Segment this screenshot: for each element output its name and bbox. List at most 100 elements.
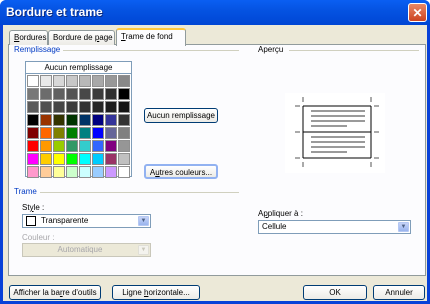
chevron-down-icon[interactable]: ▼: [398, 222, 409, 232]
preview-divider: [289, 50, 419, 51]
color-swatch[interactable]: [27, 101, 39, 113]
color-swatch[interactable]: [92, 88, 104, 100]
color-swatch[interactable]: [40, 88, 52, 100]
color-swatch[interactable]: [79, 101, 91, 113]
color-swatch[interactable]: [118, 127, 130, 139]
show-toolbar-label-suffix: re d'outils: [62, 288, 97, 297]
color-swatch[interactable]: [53, 114, 65, 126]
style-swatch: [26, 216, 36, 226]
color-swatch[interactable]: [66, 101, 78, 113]
tab-page-label-prefix: Bordure de: [53, 33, 95, 42]
color-swatch[interactable]: [79, 114, 91, 126]
color-swatch[interactable]: [79, 88, 91, 100]
color-swatch[interactable]: [27, 127, 39, 139]
tab-bordures[interactable]: Bordures: [9, 30, 48, 45]
color-swatch[interactable]: [118, 140, 130, 152]
color-swatch[interactable]: [53, 166, 65, 178]
color-swatch[interactable]: [79, 153, 91, 165]
color-swatch[interactable]: [27, 153, 39, 165]
color-swatch[interactable]: [27, 140, 39, 152]
preview-diagram: [285, 93, 385, 173]
color-swatch[interactable]: [118, 75, 130, 87]
color-swatch[interactable]: [27, 88, 39, 100]
color-swatch[interactable]: [105, 88, 117, 100]
color-swatch[interactable]: [40, 127, 52, 139]
apply-to-select[interactable]: Cellule ▼: [258, 220, 411, 234]
color-swatch[interactable]: [105, 140, 117, 152]
title-bar[interactable]: Bordure et trame ✕: [0, 0, 430, 25]
color-swatch[interactable]: [40, 153, 52, 165]
style-label: Style :: [22, 203, 44, 212]
no-fill-button[interactable]: Aucun remplissage: [144, 108, 218, 123]
show-toolbar-button[interactable]: Afficher la barre d'outils: [9, 285, 101, 300]
color-swatch[interactable]: [92, 127, 104, 139]
close-button[interactable]: ✕: [408, 3, 427, 22]
color-swatch[interactable]: [66, 166, 78, 178]
color-swatch[interactable]: [66, 153, 78, 165]
apply-label-suffix: pliquer à :: [267, 209, 303, 218]
cancel-button[interactable]: Annuler: [373, 285, 425, 300]
color-swatch[interactable]: [118, 153, 130, 165]
color-swatch[interactable]: [53, 153, 65, 165]
color-swatch[interactable]: [92, 140, 104, 152]
tab-bordure-de-page[interactable]: Bordure de page: [48, 30, 115, 45]
color-label: Couleur :: [22, 233, 55, 242]
hline-label-suffix: orizontale...: [148, 288, 190, 297]
color-swatch[interactable]: [105, 75, 117, 87]
preview-label: Aperçu: [258, 45, 284, 54]
color-swatch[interactable]: [27, 75, 39, 87]
color-swatch[interactable]: [27, 114, 39, 126]
color-swatch[interactable]: [40, 101, 52, 113]
color-swatch[interactable]: [105, 153, 117, 165]
color-swatch[interactable]: [79, 140, 91, 152]
color-swatch[interactable]: [66, 114, 78, 126]
tab-trame-label-suffix: rame de fond: [125, 32, 173, 41]
apply-to-value: Cellule: [262, 222, 287, 231]
apply-to-label: Appliquer à :: [258, 209, 303, 218]
color-swatch[interactable]: [40, 75, 52, 87]
tab-trame-de-fond[interactable]: Trame de fond: [116, 28, 186, 46]
color-swatch[interactable]: [79, 75, 91, 87]
color-swatch[interactable]: [79, 166, 91, 178]
color-swatch[interactable]: [92, 166, 104, 178]
color-swatch[interactable]: [66, 140, 78, 152]
color-swatch[interactable]: [53, 127, 65, 139]
color-swatch[interactable]: [92, 75, 104, 87]
color-swatch[interactable]: [66, 88, 78, 100]
close-icon: ✕: [412, 5, 423, 20]
color-swatch[interactable]: [79, 127, 91, 139]
color-swatch[interactable]: [66, 75, 78, 87]
color-swatch[interactable]: [118, 88, 130, 100]
more-colors-button[interactable]: Autres couleurs...: [144, 164, 218, 179]
color-swatch[interactable]: [66, 127, 78, 139]
show-toolbar-label-prefix: Afficher la ba: [13, 288, 60, 297]
color-swatch[interactable]: [105, 101, 117, 113]
color-palette: [25, 73, 132, 178]
color-swatch[interactable]: [40, 166, 52, 178]
color-swatch[interactable]: [53, 88, 65, 100]
color-swatch[interactable]: [105, 127, 117, 139]
color-swatch[interactable]: [105, 166, 117, 178]
color-swatch[interactable]: [53, 140, 65, 152]
color-swatch[interactable]: [118, 101, 130, 113]
fill-group-label: Remplissage: [14, 45, 61, 54]
color-swatch[interactable]: [118, 114, 130, 126]
color-swatch[interactable]: [92, 114, 104, 126]
color-swatch[interactable]: [92, 153, 104, 165]
color-swatch[interactable]: [53, 75, 65, 87]
color-swatch[interactable]: [118, 166, 130, 178]
color-swatch[interactable]: [40, 140, 52, 152]
color-swatch[interactable]: [40, 114, 52, 126]
style-select-value: Transparente: [41, 216, 89, 225]
color-swatch[interactable]: [92, 101, 104, 113]
color-swatch[interactable]: [105, 114, 117, 126]
horizontal-line-button[interactable]: Ligne horizontale...: [112, 285, 200, 300]
ok-button[interactable]: OK: [303, 285, 367, 300]
fill-group-divider: [63, 50, 239, 51]
preview-table-outline: [302, 105, 372, 159]
chevron-down-icon[interactable]: ▼: [138, 216, 149, 226]
color-swatch[interactable]: [53, 101, 65, 113]
color-swatch[interactable]: [27, 166, 39, 178]
tab-page-label-suffix: age: [99, 33, 113, 42]
style-select[interactable]: Transparente ▼: [22, 214, 151, 228]
